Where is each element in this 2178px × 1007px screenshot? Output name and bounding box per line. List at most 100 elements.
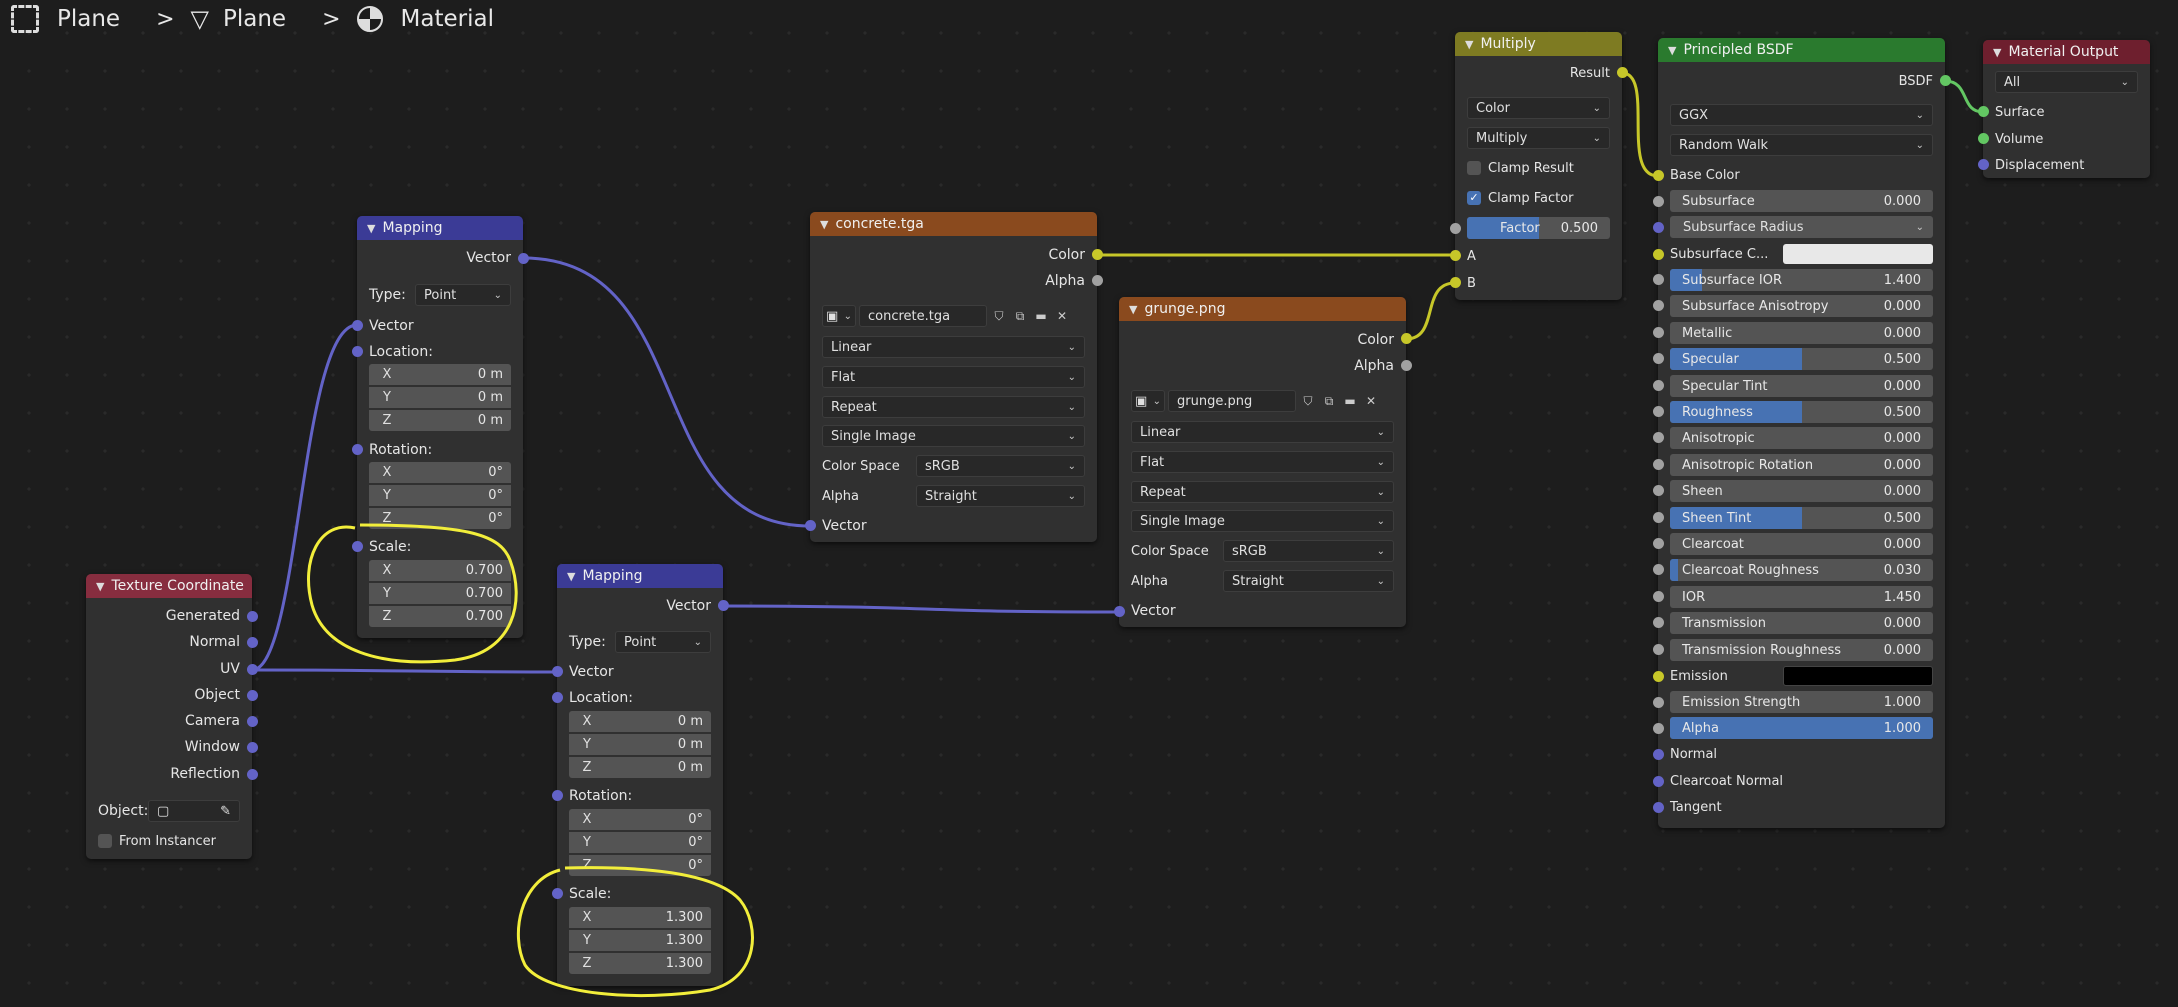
subsurface-method-dropdown[interactable]: Random Walk ⌄ <box>1670 134 1933 156</box>
from-instancer-checkbox[interactable]: From Instancer <box>98 830 216 852</box>
alpha-mode-dropdown[interactable]: Straight ⌄ <box>916 485 1085 507</box>
extension-dropdown[interactable]: Repeat ⌄ <box>1131 481 1394 503</box>
bsdf-param-field[interactable]: Anisotropic Rotation 0.000 <box>1670 454 1933 476</box>
socket-bsdf-param[interactable] <box>1653 591 1664 602</box>
socket-output-volume[interactable] <box>1978 133 1989 144</box>
socket-img1-vector[interactable] <box>805 520 816 531</box>
clamp-result-checkbox[interactable]: Clamp Result <box>1467 157 1574 179</box>
extension-dropdown[interactable]: Repeat ⌄ <box>822 396 1085 418</box>
close-icon[interactable]: ✕ <box>1362 392 1380 410</box>
socket-bsdf-param[interactable] <box>1653 274 1664 285</box>
socket-alpha[interactable] <box>1653 723 1664 734</box>
socket-window[interactable] <box>247 742 258 753</box>
color-space-dropdown[interactable]: sRGB ⌄ <box>916 455 1085 477</box>
socket-bsdf-param[interactable] <box>1653 406 1664 417</box>
folder-icon[interactable]: ▬ <box>1341 392 1359 410</box>
socket-bsdf-param[interactable] <box>1653 380 1664 391</box>
socket-img2-alpha[interactable] <box>1401 360 1412 371</box>
scale-z[interactable]: Z 0.700 <box>369 606 511 627</box>
chevron-down-icon[interactable]: ▼ <box>1129 303 1137 316</box>
location-y[interactable]: Y 0 m <box>369 387 511 408</box>
socket-uv[interactable] <box>247 664 258 675</box>
rotation-y[interactable]: Y 0° <box>369 485 511 506</box>
source-dropdown[interactable]: Single Image ⌄ <box>822 425 1085 447</box>
bsdf-param-field[interactable]: Transmission 0.000 <box>1670 612 1933 634</box>
rotation-x[interactable]: X 0° <box>569 809 711 830</box>
chevron-down-icon[interactable]: ▼ <box>567 570 575 583</box>
scale-x[interactable]: X 0.700 <box>369 560 511 581</box>
material-output-node[interactable]: ▼ Material Output All ⌄ Surface Volume Dis… <box>1983 40 2150 178</box>
rotation-z[interactable]: Z 0° <box>369 508 511 529</box>
alpha-mode-dropdown[interactable]: Straight ⌄ <box>1223 570 1394 592</box>
rotation-z[interactable]: Z 0° <box>569 855 711 876</box>
bsdf-param-field[interactable]: Subsurface Anisotropy 0.000 <box>1670 295 1933 317</box>
emission-strength-field[interactable]: Emission Strength 1.000 <box>1670 691 1933 713</box>
node-header[interactable]: ▼ Mapping <box>557 564 723 588</box>
image-browse[interactable]: ▣ ⌄ <box>822 305 856 327</box>
socket-bsdf-param[interactable] <box>1653 300 1664 311</box>
data-type-dropdown[interactable]: Color ⌄ <box>1467 97 1610 119</box>
chevron-down-icon[interactable]: ▼ <box>367 222 375 235</box>
node-header[interactable]: ▼ concrete.tga <box>810 212 1097 236</box>
socket-mapping1-location[interactable] <box>352 346 363 357</box>
subsurface-field[interactable]: Subsurface 0.000 <box>1670 190 1933 212</box>
socket-bsdf-param[interactable] <box>1653 617 1664 628</box>
bsdf-param-field[interactable]: Sheen Tint 0.500 <box>1670 507 1933 529</box>
source-dropdown[interactable]: Single Image ⌄ <box>1131 510 1394 532</box>
emission-color-swatch[interactable] <box>1783 666 1933 686</box>
scale-z[interactable]: Z 1.300 <box>569 953 711 974</box>
socket-normal[interactable] <box>247 637 258 648</box>
socket-mapping2-location[interactable] <box>552 692 563 703</box>
socket-reflection[interactable] <box>247 769 258 780</box>
interpolation-dropdown[interactable]: Linear ⌄ <box>1131 421 1394 443</box>
blend-mode-dropdown[interactable]: Multiply ⌄ <box>1467 127 1610 149</box>
socket-bsdf-param[interactable] <box>1653 353 1664 364</box>
socket-mapping1-vector[interactable] <box>352 320 363 331</box>
folder-icon[interactable]: ▬ <box>1032 307 1050 325</box>
rotation-x[interactable]: X 0° <box>369 462 511 483</box>
socket-multiply-a[interactable] <box>1450 250 1461 261</box>
socket-subsurface[interactable] <box>1653 196 1664 207</box>
socket-emission-strength[interactable] <box>1653 697 1664 708</box>
object-picker[interactable]: ▢ ✎ <box>148 800 240 822</box>
scale-y[interactable]: Y 1.300 <box>569 930 711 951</box>
projection-dropdown[interactable]: Flat ⌄ <box>1131 451 1394 473</box>
type-dropdown[interactable]: Point ⌄ <box>615 631 711 653</box>
socket-tangent[interactable] <box>1653 802 1664 813</box>
socket-bsdf-param[interactable] <box>1653 327 1664 338</box>
socket-bsdf-param[interactable] <box>1653 538 1664 549</box>
socket-base-color[interactable] <box>1653 170 1664 181</box>
socket-mapping2-out[interactable] <box>718 600 729 611</box>
socket-subsurface-color[interactable] <box>1653 249 1664 260</box>
socket-bsdf-param[interactable] <box>1653 432 1664 443</box>
mapping-node-2[interactable]: ▼ Mapping Vector Type: Point ⌄ Vector Loca… <box>557 564 723 986</box>
chevron-down-icon[interactable]: ▼ <box>1993 46 2001 59</box>
eyedropper-icon[interactable]: ✎ <box>220 804 231 819</box>
bsdf-param-field[interactable]: Sheen 0.000 <box>1670 480 1933 502</box>
socket-camera[interactable] <box>247 716 258 727</box>
socket-multiply-b[interactable] <box>1450 277 1461 288</box>
socket-normal[interactable] <box>1653 749 1664 760</box>
socket-mapping2-vector[interactable] <box>552 666 563 677</box>
image-name-field[interactable]: concrete.tga <box>859 305 987 327</box>
texture-coordinate-node[interactable]: ▼ Texture Coordinate Generated Normal UV … <box>86 574 252 859</box>
scale-x[interactable]: X 1.300 <box>569 907 711 928</box>
socket-bsdf-param[interactable] <box>1653 644 1664 655</box>
distribution-dropdown[interactable]: GGX ⌄ <box>1670 104 1933 126</box>
scale-y[interactable]: Y 0.700 <box>369 583 511 604</box>
type-dropdown[interactable]: Point ⌄ <box>415 284 511 306</box>
node-header[interactable]: ▼ Principled BSDF <box>1658 38 1945 62</box>
close-icon[interactable]: ✕ <box>1053 307 1071 325</box>
mix-multiply-node[interactable]: ▼ Multiply Result Color ⌄ Multiply ⌄ Clamp … <box>1455 32 1622 300</box>
socket-bsdf-out[interactable] <box>1940 75 1951 86</box>
location-y[interactable]: Y 0 m <box>569 734 711 755</box>
rotation-y[interactable]: Y 0° <box>569 832 711 853</box>
bsdf-param-field[interactable]: Specular Tint 0.000 <box>1670 375 1933 397</box>
socket-img2-vector[interactable] <box>1114 606 1125 617</box>
socket-img1-color[interactable] <box>1092 249 1103 260</box>
socket-mapping1-out[interactable] <box>518 253 529 264</box>
target-dropdown[interactable]: All ⌄ <box>1995 71 2138 93</box>
socket-mapping1-rotation[interactable] <box>352 444 363 455</box>
socket-generated[interactable] <box>247 611 258 622</box>
factor-slider[interactable]: Factor 0.500 <box>1467 217 1610 239</box>
